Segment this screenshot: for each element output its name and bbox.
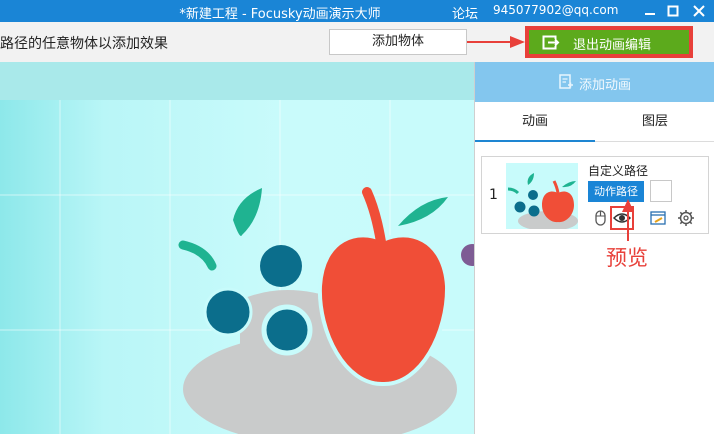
toolbar: 路径的任意物体以添加效果 添加物体 退出动画编辑 bbox=[0, 22, 714, 63]
maximize-icon[interactable] bbox=[660, 1, 686, 21]
preview-arrow bbox=[622, 199, 634, 241]
berry-top bbox=[260, 245, 302, 287]
apple-leaf bbox=[398, 197, 448, 226]
fruit-bowl-illustration[interactable] bbox=[0, 100, 474, 434]
slide-area[interactable] bbox=[0, 100, 474, 434]
animation-panel: 添加动画 动画 图层 1 自定义路径 动作路径 预览 bbox=[474, 62, 714, 434]
title-bar: *新建工程 - Focusky动画演示大师 论坛 945077902@qq.co… bbox=[0, 0, 714, 22]
berry-right bbox=[261, 304, 313, 356]
account-label[interactable]: 945077902@qq.com bbox=[493, 3, 618, 17]
forum-link[interactable]: 论坛 bbox=[452, 3, 478, 22]
close-icon[interactable] bbox=[686, 1, 712, 21]
canvas-ruler bbox=[0, 62, 474, 100]
preview-annotation: 预览 bbox=[606, 246, 648, 270]
editor-canvas[interactable] bbox=[0, 62, 474, 434]
berry-left bbox=[203, 287, 253, 337]
annotation-arrow bbox=[467, 36, 525, 48]
stem-green bbox=[178, 240, 217, 271]
